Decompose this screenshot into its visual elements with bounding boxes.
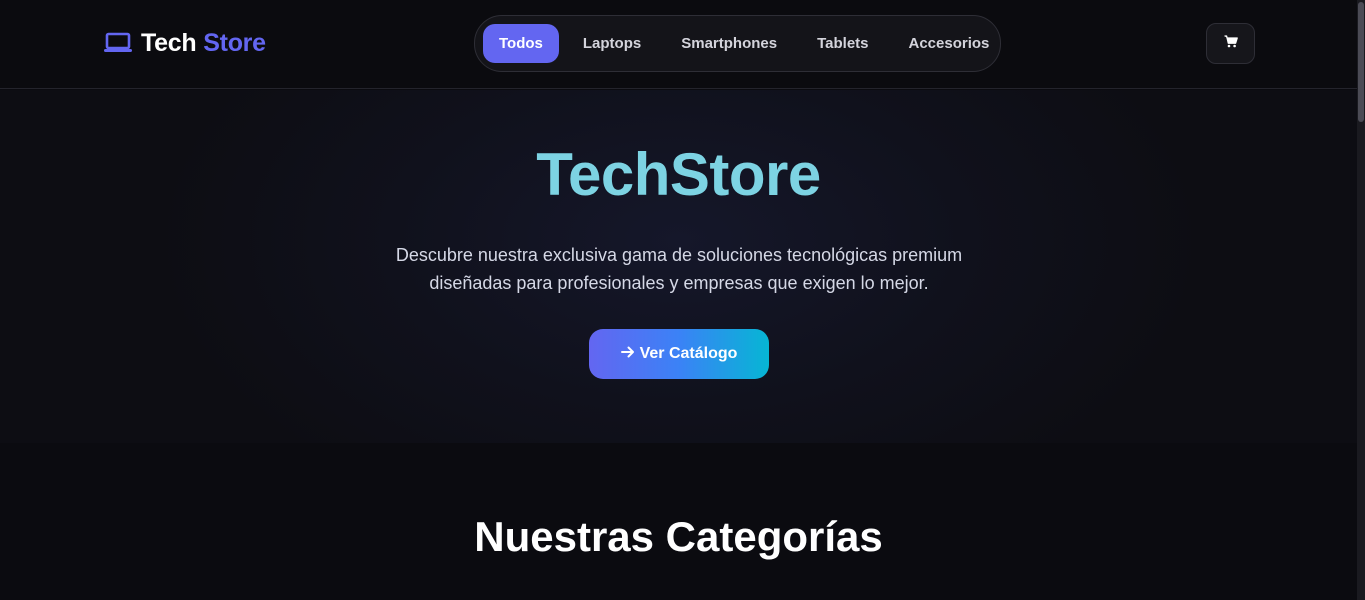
nav-item-tablets[interactable]: Tablets bbox=[801, 24, 884, 63]
scrollbar-thumb[interactable] bbox=[1358, 2, 1364, 122]
logo-text-tech: Tech bbox=[141, 28, 197, 57]
nav-item-accesorios[interactable]: Accesorios bbox=[893, 24, 1006, 63]
nav-item-laptops[interactable]: Laptops bbox=[567, 24, 657, 63]
page-scrollbar[interactable] bbox=[1357, 0, 1365, 600]
hero-title: TechStore bbox=[536, 141, 821, 208]
view-catalog-button[interactable]: Ver Catálogo bbox=[589, 329, 769, 379]
cart-button[interactable] bbox=[1206, 23, 1255, 64]
page: Tech Store Todos Laptops Smartphones Tabl… bbox=[0, 0, 1365, 600]
hero-description: Descubre nuestra exclusiva gama de soluc… bbox=[368, 241, 990, 297]
nav-item-smartphones[interactable]: Smartphones bbox=[665, 24, 793, 63]
cart-icon bbox=[1224, 34, 1238, 53]
arrow-right-icon bbox=[620, 345, 635, 363]
hero-description-line-1: Descubre nuestra exclusiva gama de soluc… bbox=[395, 245, 963, 265]
laptop-icon bbox=[103, 31, 133, 55]
view-catalog-label: Ver Catálogo bbox=[639, 345, 738, 362]
site-logo[interactable]: Tech Store bbox=[103, 28, 266, 58]
nav-item-todos[interactable]: Todos bbox=[483, 24, 559, 63]
hero-section: TechStore Descubre nuestra exclusiva gam… bbox=[0, 90, 1357, 443]
category-nav: Todos Laptops Smartphones Tablets Acceso… bbox=[474, 15, 1001, 72]
logo-text-store: Store bbox=[203, 28, 266, 57]
categories-heading: Nuestras Categorías bbox=[474, 513, 883, 560]
hero-description-line-2: diseñadas para profesionales y empresas … bbox=[429, 273, 929, 293]
site-header: Tech Store Todos Laptops Smartphones Tabl… bbox=[0, 0, 1357, 89]
